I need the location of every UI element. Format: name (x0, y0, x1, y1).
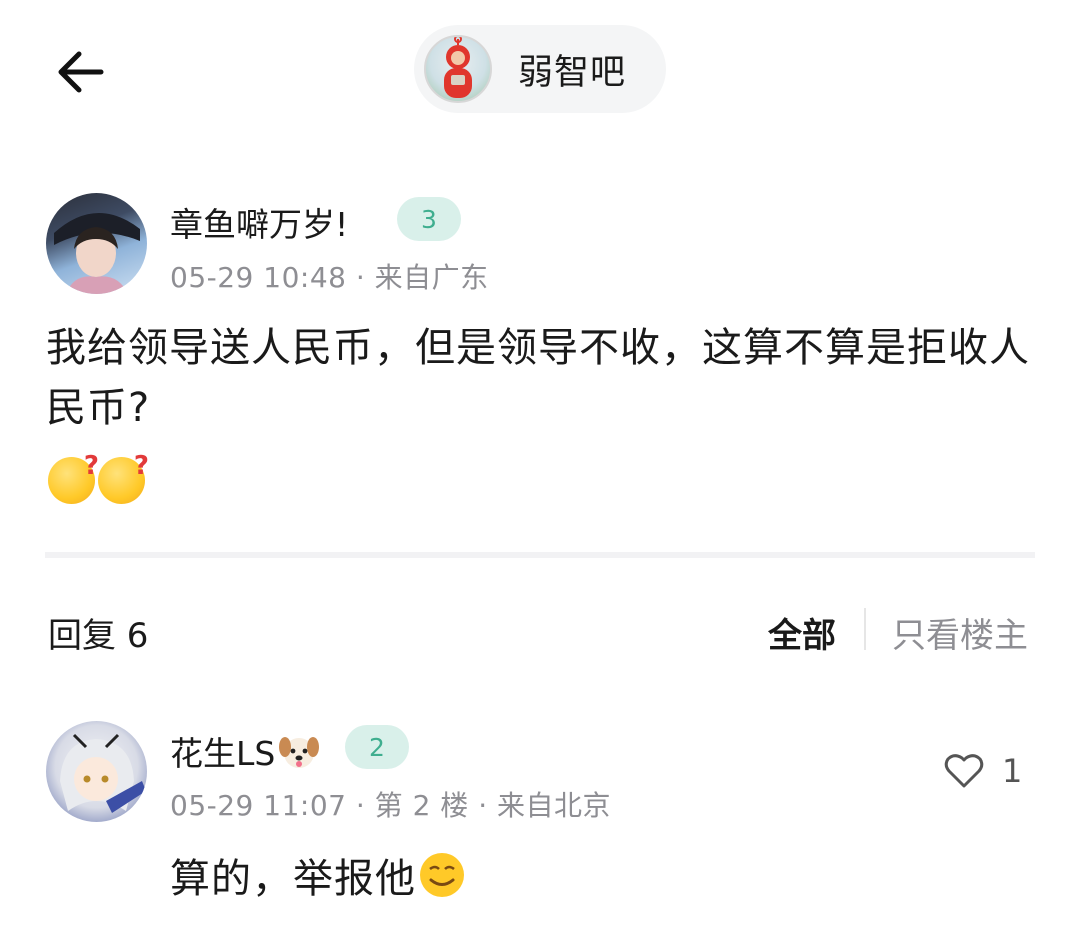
teletubby-icon (444, 37, 472, 98)
reply-count: 回复 6 (48, 616, 149, 656)
op-location: 来自广东 (374, 261, 489, 294)
smirk-emoji-icon (420, 853, 464, 897)
like-count: 1 (1002, 752, 1023, 790)
forum-avatar (424, 35, 492, 103)
arrow-left-icon (58, 51, 104, 93)
meta-dot: · (355, 789, 375, 822)
forum-name: 弱智吧 (518, 52, 627, 93)
op-avatar[interactable] (46, 193, 147, 294)
like-button[interactable]: 1 (944, 752, 1022, 790)
reply-author[interactable]: 花生LS (170, 727, 321, 775)
op-time: 05-29 10:48 (170, 261, 347, 294)
reply-avatar[interactable] (46, 721, 147, 822)
reply-time: 05-29 11:07 (170, 789, 347, 822)
filter-op-only-button[interactable]: 只看楼主 (892, 608, 1028, 657)
filter-separator (864, 608, 866, 650)
reply-floor: 第 2 楼 (374, 789, 469, 822)
thinking-question-emoji: ? (48, 451, 99, 504)
post-text: 我给领导送人民币，但是领导不收，这算不算是拒收人民币? (46, 325, 1030, 431)
forum-chip[interactable]: 弱智吧 (414, 25, 666, 113)
meta-dot: · (355, 261, 375, 294)
op-meta: 05-29 10:48 · 来自广东 (170, 256, 489, 296)
reply-meta: 05-29 11:07 · 第 2 楼 · 来自北京 (170, 784, 611, 824)
back-button[interactable] (48, 40, 112, 104)
reply-text: 算的，举报他 (170, 856, 416, 902)
reply-content: 算的，举报他 (170, 846, 466, 904)
reply-author-name: 花生LS (170, 734, 276, 773)
anime-avatar-icon (60, 733, 146, 813)
op-level-badge: 3 (397, 197, 461, 241)
heart-icon (944, 754, 984, 788)
thinking-question-emoji: ? (98, 451, 149, 504)
meta-dot: · (478, 789, 498, 822)
reply-location: 来自北京 (497, 789, 612, 822)
reply-level-badge: 2 (345, 725, 409, 769)
op-author-name[interactable]: 章鱼噼万岁! (170, 198, 348, 246)
dog-face-icon (279, 737, 320, 768)
avatar-photo-icon (54, 212, 140, 294)
section-divider (45, 552, 1035, 558)
filter-all-button[interactable]: 全部 (768, 608, 836, 657)
